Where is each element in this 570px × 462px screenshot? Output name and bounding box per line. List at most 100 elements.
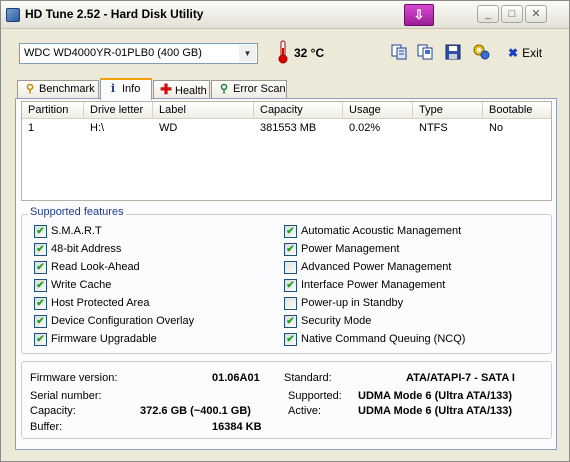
- feature-label: Interface Power Management: [301, 279, 446, 291]
- feature-device-configuration-overlay: ✔ Device Configuration Overlay: [34, 315, 194, 329]
- column-header-usage[interactable]: Usage: [343, 102, 413, 119]
- tab-health[interactable]: ✚ Health: [153, 80, 210, 99]
- close-button[interactable]: ✕: [525, 5, 547, 23]
- cell-partition: 1: [28, 122, 35, 134]
- feature-48-bit-address: ✔ 48-bit Address: [34, 243, 121, 257]
- minimize-button[interactable]: _: [477, 5, 499, 23]
- thermometer-icon: [278, 40, 288, 64]
- feature-checkbox: ✔: [284, 279, 297, 292]
- buffer-value: 16384 KB: [212, 421, 262, 433]
- feature-label: Power-up in Standby: [301, 297, 404, 309]
- feature-advanced-power-management: Advanced Power Management: [284, 261, 451, 275]
- health-cross-icon: ✚: [160, 81, 172, 97]
- feature-s-m-a-r-t: ✔ S.M.A.R.T: [34, 225, 102, 239]
- exit-x-icon: ✖: [508, 46, 519, 60]
- column-header-type[interactable]: Type: [413, 102, 483, 119]
- magnifier-icon: ⚲: [219, 83, 229, 95]
- feature-security-mode: ✔ Security Mode: [284, 315, 371, 329]
- drive-select-value: WDC WD4000YR-01PLB0 (400 GB): [24, 47, 202, 59]
- feature-label: 48-bit Address: [51, 243, 122, 255]
- feature-checkbox: ✔: [34, 297, 47, 310]
- feature-checkbox: ✔: [284, 225, 297, 238]
- partition-table[interactable]: Partition Drive letter Label Capacity Us…: [21, 101, 552, 201]
- feature-checkbox: ✔: [284, 243, 297, 256]
- save-icon[interactable]: [443, 43, 463, 63]
- table-row[interactable]: 1 H:\ WD 381553 MB 0.02% NTFS No: [22, 120, 551, 137]
- copy-screen-icon[interactable]: [415, 43, 435, 63]
- capacity-value: 372.6 GB (~400.1 GB): [140, 405, 251, 417]
- serial-label: Serial number:: [30, 390, 102, 402]
- feature-label: Native Command Queuing (NCQ): [301, 333, 466, 345]
- cell-drive-letter: H:\: [90, 122, 105, 134]
- active-label: Active:: [288, 405, 322, 417]
- column-header-partition[interactable]: Partition: [22, 102, 84, 119]
- feature-checkbox: ✔: [34, 333, 47, 346]
- tab-health-label: Health: [175, 85, 207, 97]
- feature-checkbox: ✔: [34, 279, 47, 292]
- standard-label: Standard:: [284, 372, 332, 384]
- feature-label: Write Cache: [51, 279, 112, 291]
- feature-checkbox: ✔: [284, 315, 297, 328]
- feature-write-cache: ✔ Write Cache: [34, 279, 111, 293]
- tab-benchmark-label: Benchmark: [39, 83, 95, 95]
- tab-info-label: Info: [122, 83, 141, 95]
- feature-read-look-ahead: ✔ Read Look-Ahead: [34, 261, 140, 275]
- feature-label: Power Management: [301, 243, 400, 255]
- cell-bootable: No: [489, 122, 504, 134]
- cell-capacity: 381553 MB: [260, 122, 317, 134]
- copy-info-icon[interactable]: [389, 43, 409, 63]
- column-header-drive-letter[interactable]: Drive letter: [84, 102, 153, 119]
- tab-error-scan-label: Error Scan: [233, 83, 286, 95]
- maximize-button[interactable]: □: [501, 5, 523, 23]
- firmware-label: Firmware version:: [30, 372, 118, 384]
- column-header-bootable[interactable]: Bootable: [483, 102, 551, 119]
- feature-automatic-acoustic-management: ✔ Automatic Acoustic Management: [284, 225, 461, 239]
- feature-checkbox: ✔: [34, 225, 47, 238]
- feature-label: Device Configuration Overlay: [51, 315, 195, 327]
- feature-checkbox: ✔: [34, 315, 47, 328]
- firmware-value: 01.06A01: [212, 372, 260, 384]
- buffer-label: Buffer:: [30, 421, 63, 433]
- capacity-label: Capacity:: [30, 405, 76, 417]
- feature-host-protected-area: ✔ Host Protected Area: [34, 297, 149, 311]
- feature-label: Read Look-Ahead: [51, 261, 140, 273]
- feature-checkbox: ✔: [34, 243, 47, 256]
- supported-label: Supported:: [288, 390, 342, 402]
- feature-checkbox: [284, 297, 297, 310]
- feature-checkbox: [284, 261, 297, 274]
- temperature-readout: 32 °C: [294, 46, 325, 60]
- tab-error-scan[interactable]: ⚲ Error Scan: [211, 80, 287, 99]
- chevron-down-icon[interactable]: ▼: [239, 45, 256, 62]
- cell-usage: 0.02%: [349, 122, 381, 134]
- exit-button[interactable]: ✖ Exit: [508, 46, 542, 60]
- supported-value: UDMA Mode 6 (Ultra ATA/133): [358, 390, 513, 402]
- features-legend: Supported features: [28, 206, 126, 218]
- feature-power-up-in-standby: Power-up in Standby: [284, 297, 403, 311]
- partition-table-header: Partition Drive letter Label Capacity Us…: [22, 102, 551, 119]
- feature-label: Advanced Power Management: [301, 261, 452, 273]
- hdtune-app-icon: [6, 8, 20, 22]
- active-value: UDMA Mode 6 (Ultra ATA/133): [358, 405, 513, 417]
- tab-benchmark[interactable]: ⚲ Benchmark: [17, 80, 99, 99]
- feature-label: Firmware Upgradable: [51, 333, 157, 345]
- column-header-label[interactable]: Label: [153, 102, 254, 119]
- standard-value: ATA/ATAPI-7 - SATA I: [406, 372, 515, 384]
- download-arrow-icon[interactable]: ⇩: [404, 4, 434, 26]
- drive-select[interactable]: WDC WD4000YR-01PLB0 (400 GB) ▼: [19, 43, 258, 64]
- feature-label: Host Protected Area: [51, 297, 150, 309]
- feature-checkbox: ✔: [34, 261, 47, 274]
- feature-label: S.M.A.R.T: [51, 225, 102, 237]
- feature-label: Automatic Acoustic Management: [301, 225, 462, 237]
- feature-firmware-upgradable: ✔ Firmware Upgradable: [34, 333, 157, 347]
- title-bar[interactable]: HD Tune 2.52 - Hard Disk Utility ⇩ _ □ ✕: [1, 1, 569, 29]
- window-title: HD Tune 2.52 - Hard Disk Utility: [25, 7, 204, 21]
- feature-native-command-queuing-ncq: ✔ Native Command Queuing (NCQ): [284, 333, 465, 347]
- toolbar: WDC WD4000YR-01PLB0 (400 GB) ▼ 32 °C ✖ E…: [1, 29, 569, 75]
- cell-type: NTFS: [419, 122, 448, 134]
- app-window: HD Tune 2.52 - Hard Disk Utility ⇩ _ □ ✕…: [0, 0, 570, 462]
- exit-label: Exit: [522, 46, 543, 60]
- column-header-capacity[interactable]: Capacity: [254, 102, 343, 119]
- info-panel: Partition Drive letter Label Capacity Us…: [15, 98, 557, 450]
- options-icon[interactable]: [471, 43, 491, 63]
- tab-info[interactable]: i Info: [100, 78, 152, 100]
